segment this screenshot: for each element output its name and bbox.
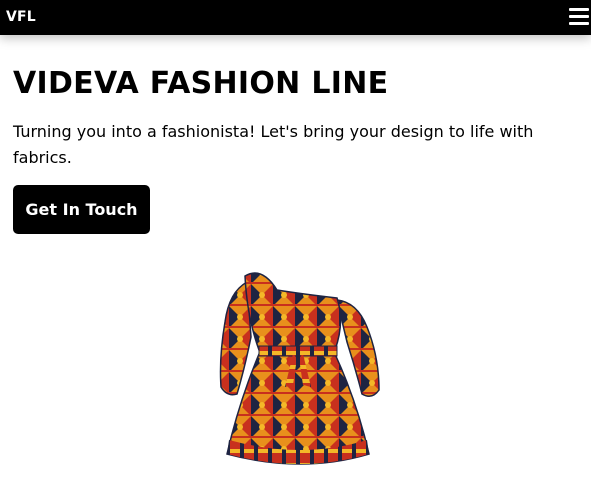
hamburger-menu-icon[interactable] (569, 8, 589, 25)
dress-image (219, 272, 380, 465)
page-title: VIDEVA FASHION LINE (13, 66, 389, 101)
hero-tagline: Turning you into a fashionista! Let's br… (13, 122, 534, 167)
brand-logo-text[interactable]: VFL (6, 9, 36, 25)
get-in-touch-button[interactable]: Get In Touch (13, 185, 150, 234)
top-navbar: VFL (0, 0, 591, 35)
